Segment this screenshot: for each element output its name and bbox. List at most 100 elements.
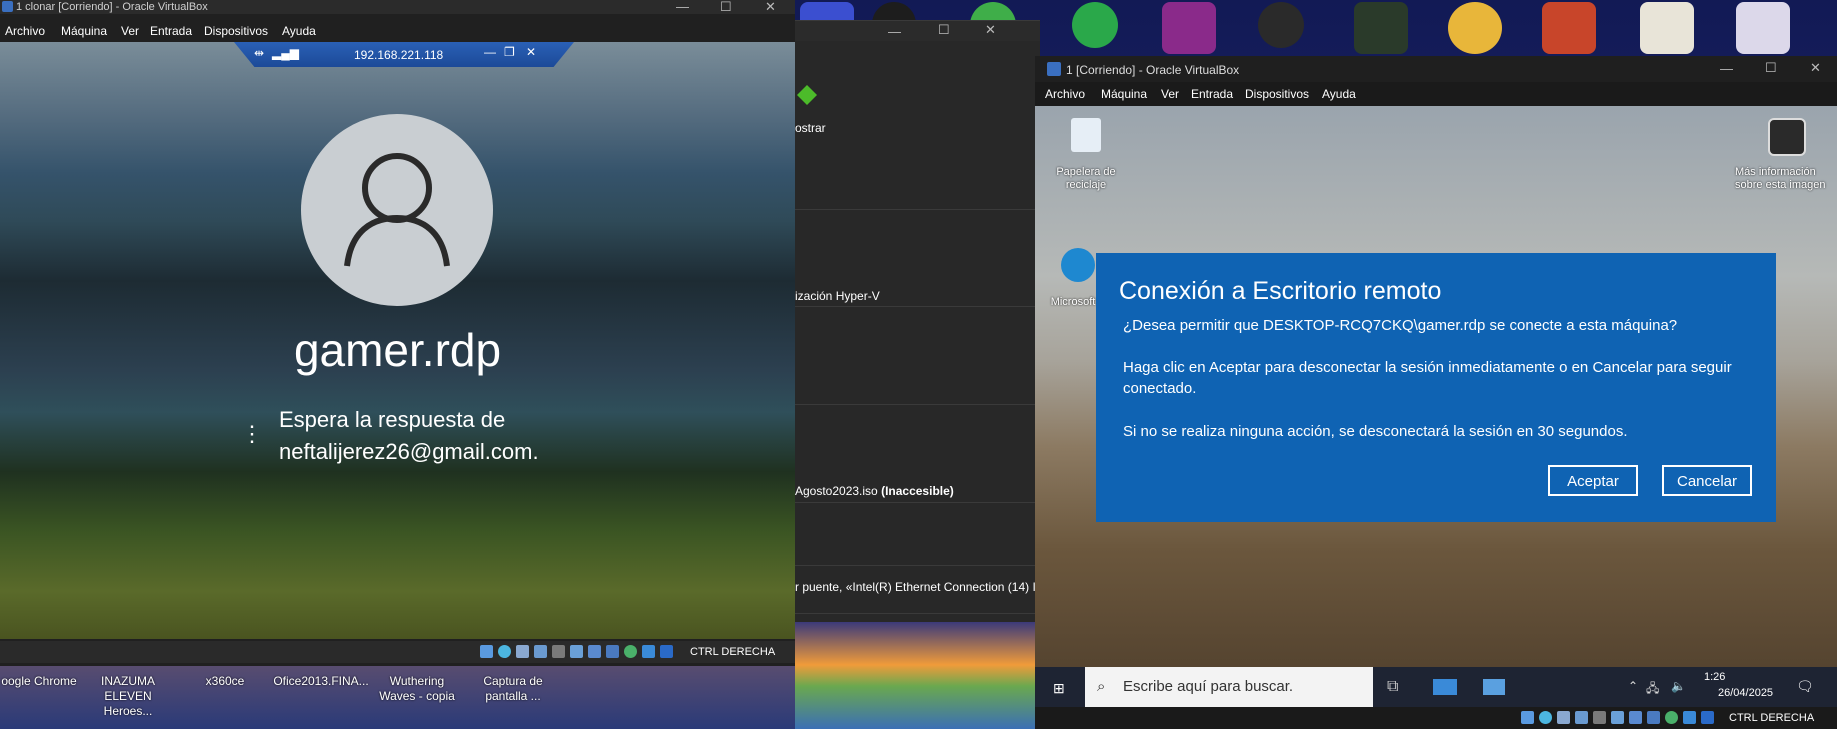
minimize-icon[interactable]: — <box>888 25 901 38</box>
mouse-integration-icon[interactable] <box>642 645 655 658</box>
detail-row <box>795 306 1040 405</box>
recording-icon[interactable] <box>1647 711 1660 724</box>
detail-text: r puente, «Intel(R) Ethernet Connection … <box>795 580 1036 594</box>
menu-entrada[interactable]: Entrada <box>150 24 192 38</box>
search-placeholder: Escribe aquí para buscar. <box>1123 678 1294 695</box>
minimize-icon[interactable]: — <box>1720 62 1733 75</box>
menu-bar: Archivo Máquina Ver Entrada Dispositivos… <box>1035 82 1837 106</box>
keyboard-icon[interactable] <box>1701 711 1714 724</box>
edge-label[interactable]: Microsoft <box>1043 296 1103 309</box>
guest-search-box[interactable]: ⌕ Escribe aquí para buscar. <box>1085 667 1373 707</box>
cpu-icon[interactable] <box>624 645 637 658</box>
close-icon[interactable]: ✕ <box>526 45 536 59</box>
show-button-label[interactable]: ostrar <box>795 121 826 135</box>
volume-icon[interactable]: 🔈 <box>1671 679 1686 693</box>
dialog-question: ¿Desea permitir que DESKTOP-RCQ7CKQ\game… <box>1123 317 1678 334</box>
task-view-icon[interactable]: ⧉ <box>1387 678 1398 696</box>
shared-folder-icon[interactable] <box>570 645 583 658</box>
minimize-icon[interactable]: — <box>676 0 689 13</box>
camera-info-icon[interactable] <box>1768 118 1806 156</box>
desktop-icon-x360ce[interactable]: x360ce <box>190 674 260 689</box>
nvidia-icon[interactable] <box>1354 2 1408 54</box>
dialog-timeout: Si no se realiza ninguna acción, se desc… <box>1123 423 1628 440</box>
display-icon[interactable] <box>588 645 601 658</box>
cancel-button[interactable]: Cancelar <box>1662 465 1752 496</box>
desktop-icon-inazuma[interactable]: INAZUMA ELEVEN Heroes... <box>80 674 176 719</box>
desktop-icon-chrome[interactable]: oogle Chrome <box>0 674 78 689</box>
show-arrow-icon[interactable] <box>797 85 817 105</box>
usb-icon[interactable] <box>552 645 565 658</box>
detail-text: ización Hyper-V <box>795 289 880 303</box>
minimize-icon[interactable]: — <box>484 45 496 59</box>
keyboard-icon[interactable] <box>660 645 673 658</box>
optical-drive-icon[interactable] <box>498 645 511 658</box>
obs-icon[interactable] <box>1258 2 1304 48</box>
hard-disk-icon[interactable] <box>1521 711 1534 724</box>
mail-icon[interactable] <box>1433 679 1457 695</box>
display-icon[interactable] <box>1629 711 1642 724</box>
menu-maquina[interactable]: Máquina <box>61 24 107 38</box>
desktop-icon-office2013[interactable]: Ofice2013.FINA... <box>272 674 370 689</box>
virtualbox-icon <box>1047 62 1061 76</box>
clock-date[interactable]: 26/04/2025 <box>1718 687 1773 699</box>
desktop-icon-wuthering-waves[interactable]: Wuthering Waves - copia <box>376 674 458 704</box>
mouse-integration-icon[interactable] <box>1683 711 1696 724</box>
restore-icon[interactable]: ❐ <box>504 45 515 59</box>
media-app-icon[interactable] <box>1162 2 1216 54</box>
waiting-message: Espera la respuesta de neftalijerez26@gm… <box>279 404 539 468</box>
menu-dispositivos[interactable]: Dispositivos <box>204 24 268 38</box>
game-icon[interactable] <box>1448 2 1502 54</box>
menu-entrada[interactable]: Entrada <box>1191 87 1233 101</box>
virtualbox-manager: — ☐ ✕ ostrar ización Hyper-V Agosto2023.… <box>795 20 1040 623</box>
notification-icon[interactable]: 🗨 <box>1796 678 1814 695</box>
close-icon[interactable]: ✕ <box>985 23 996 36</box>
detail-row: Agosto2023.iso (Inaccesible) <box>795 404 1040 503</box>
close-icon[interactable]: ✕ <box>765 0 776 13</box>
honkai-icon[interactable] <box>1736 2 1790 54</box>
network-tray-icon[interactable]: 🖧 <box>1646 679 1659 700</box>
more-info-label[interactable]: Más información sobre esta imagen <box>1735 166 1837 192</box>
menu-ayuda[interactable]: Ayuda <box>282 24 316 38</box>
search-icon: ⌕ <box>1097 678 1106 695</box>
menu-archivo[interactable]: Archivo <box>1045 87 1085 101</box>
optical-drive-icon[interactable] <box>1539 711 1552 724</box>
menu-archivo[interactable]: Archivo <box>5 24 45 38</box>
maximize-icon[interactable]: ☐ <box>720 0 732 13</box>
recording-icon[interactable] <box>606 645 619 658</box>
rdp-app-icon[interactable] <box>1483 679 1505 695</box>
cpu-icon[interactable] <box>1665 711 1678 724</box>
host-key-label: CTRL DERECHA <box>1729 712 1815 724</box>
audio-icon[interactable] <box>516 645 529 658</box>
hard-disk-icon[interactable] <box>480 645 493 658</box>
menu-ayuda[interactable]: Ayuda <box>1322 87 1356 101</box>
user-avatar <box>301 114 493 306</box>
window-title: 1 clonar [Corriendo] - Oracle VirtualBox <box>16 1 208 13</box>
edge-icon[interactable] <box>1061 248 1095 282</box>
chevron-up-icon[interactable]: ⌃ <box>1628 679 1638 693</box>
loading-spinner-icon: ⋮ <box>241 421 263 446</box>
network-icon[interactable] <box>1575 711 1588 724</box>
network-icon[interactable] <box>534 645 547 658</box>
audio-icon[interactable] <box>1557 711 1570 724</box>
menu-ver[interactable]: Ver <box>1161 87 1179 101</box>
menu-dispositivos[interactable]: Dispositivos <box>1245 87 1309 101</box>
clock-time[interactable]: 1:26 <box>1704 671 1725 683</box>
vm-status-bar: CTRL DERECHA <box>1035 707 1837 729</box>
anime-game-icon[interactable] <box>1542 2 1596 54</box>
menu-ver[interactable]: Ver <box>121 24 139 38</box>
windows-start-icon[interactable]: ⊞ <box>1053 680 1065 697</box>
maximize-icon[interactable]: ☐ <box>938 23 950 36</box>
shared-folder-icon[interactable] <box>1611 711 1624 724</box>
menu-maquina[interactable]: Máquina <box>1101 87 1147 101</box>
desktop-icon-screenshot[interactable]: Captura de pantalla ... <box>470 674 556 704</box>
recycle-bin-icon[interactable] <box>1071 118 1101 152</box>
genshin-icon[interactable] <box>1640 2 1694 54</box>
spotify-icon[interactable] <box>1072 2 1118 48</box>
pin-icon[interactable]: ⇹ <box>254 46 264 60</box>
recycle-bin-label[interactable]: Papelera de reciclaje <box>1043 166 1129 192</box>
dialog-instruction: Haga clic en Aceptar para desconectar la… <box>1123 359 1732 397</box>
close-icon[interactable]: ✕ <box>1810 61 1821 74</box>
usb-icon[interactable] <box>1593 711 1606 724</box>
accept-button[interactable]: Aceptar <box>1548 465 1638 496</box>
maximize-icon[interactable]: ☐ <box>1765 61 1777 74</box>
